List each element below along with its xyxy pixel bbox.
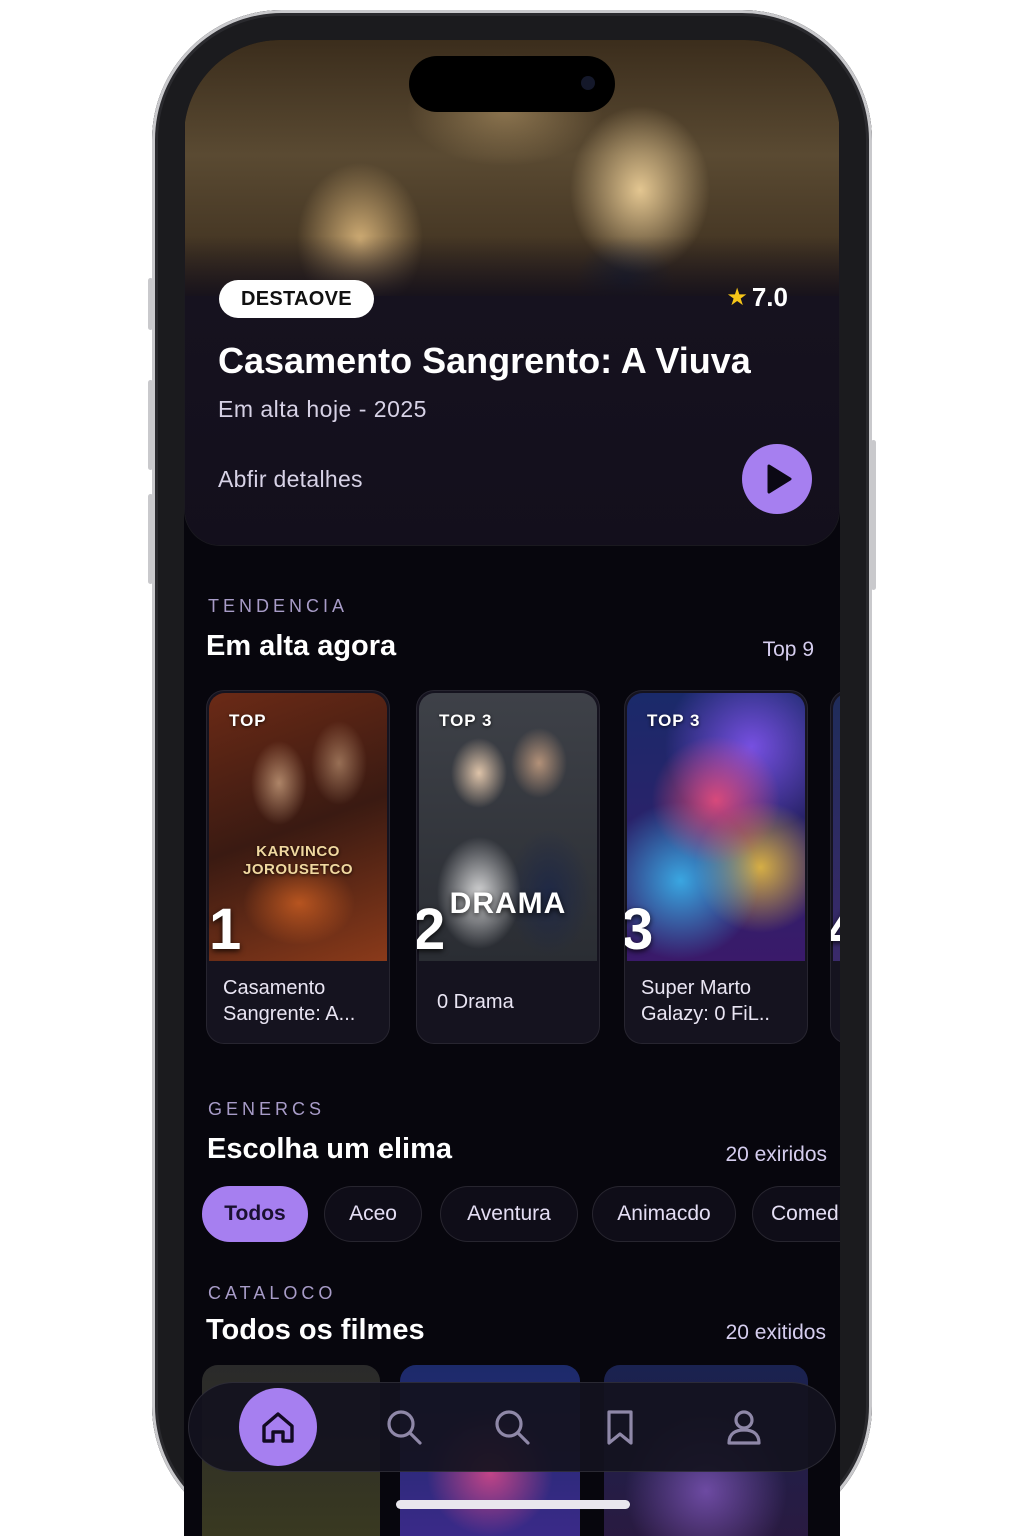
nav-saved[interactable]: [581, 1388, 659, 1466]
trending-kicker: TENDENCIA: [208, 596, 349, 616]
genres-kicker: GENERCS: [208, 1099, 326, 1119]
play-button[interactable]: [742, 444, 812, 514]
card-caption: 0 Drama: [437, 991, 514, 1013]
top-tag: TOP 3: [439, 711, 493, 730]
card-caption: Casamento Sangrente: A...: [223, 977, 356, 1025]
trending-title: Em alta agora: [206, 630, 397, 662]
top-tag: TOP: [229, 711, 267, 730]
trending-card[interactable]: TOP 3 DRAMA 2 0 Drama: [416, 690, 600, 1044]
bookmark-icon: [607, 1410, 633, 1445]
rank-number: 4: [831, 897, 840, 963]
hero-subtitle: Em alta hoje - 2025: [218, 396, 427, 422]
rank-number: 1: [209, 897, 242, 962]
catalog-meta[interactable]: 20 exitidos: [726, 1321, 826, 1345]
poster-image: [627, 693, 805, 961]
catalog-title: Todos os filmes: [206, 1314, 425, 1346]
rank-number: 2: [416, 897, 446, 962]
trending-meta[interactable]: Top 9: [763, 638, 814, 662]
nav-search[interactable]: [365, 1388, 443, 1466]
search-icon: [495, 1410, 530, 1445]
card-caption: Super Marto Galazy: 0 FiL..: [641, 977, 770, 1025]
chip-aceo[interactable]: Aceo: [324, 1186, 422, 1242]
genre-chips: Todos Aceo Aventura Animacdo Comed: [202, 1186, 840, 1242]
hero-title: Casamento Sangrento: A Viuva: [218, 340, 751, 381]
genres-title: Escolha um elima: [207, 1133, 452, 1165]
featured-badge: DESTAOVE: [219, 280, 374, 318]
catalog-kicker: CATALOCO: [208, 1283, 337, 1303]
star-icon: ★: [726, 284, 748, 311]
bottom-nav: [188, 1382, 836, 1472]
trending-card[interactable]: TOP 3 3 Super Marto Galazy: 0 FiL..: [624, 690, 808, 1044]
rating-value: 7.0: [751, 282, 788, 312]
trending-card[interactable]: 4: [830, 690, 840, 1044]
power-button: [871, 440, 876, 590]
genres-meta[interactable]: 20 exiridos: [725, 1143, 827, 1167]
poster-title-text: KARVINCO JOROUSETCO: [242, 843, 353, 878]
trending-card[interactable]: KARVINCO JOROUSETCO TOP 1 Casamento Sang…: [206, 690, 390, 1044]
nav-explore[interactable]: [473, 1388, 551, 1466]
nav-profile[interactable]: [705, 1388, 783, 1466]
nav-home[interactable]: [239, 1388, 317, 1466]
dynamic-island: [409, 56, 615, 112]
chip-todos[interactable]: Todos: [202, 1186, 308, 1242]
home-indicator[interactable]: [396, 1500, 630, 1509]
volume-up-button: [148, 380, 153, 470]
trending-carousel[interactable]: KARVINCO JOROUSETCO TOP 1 Casamento Sang…: [206, 690, 840, 1044]
screen: DESTAOVE ★ 7.0 Casamento Sangrento: A Vi…: [184, 40, 840, 1536]
details-link[interactable]: Abfir detalhes: [218, 466, 363, 493]
camera-icon: [581, 76, 595, 90]
play-icon: [767, 464, 792, 494]
chip-comed[interactable]: Comed: [752, 1186, 840, 1242]
chip-aventura[interactable]: Aventura: [440, 1186, 578, 1242]
home-icon: [262, 1412, 294, 1443]
volume-down-button: [148, 494, 153, 584]
top-tag: TOP 3: [647, 711, 701, 730]
rank-number: 3: [624, 897, 654, 962]
profile-icon: [727, 1410, 761, 1445]
action-button: [148, 278, 153, 330]
chip-animacdo[interactable]: Animacdo: [592, 1186, 736, 1242]
search-icon: [387, 1410, 422, 1445]
rating: ★ 7.0: [726, 282, 788, 313]
